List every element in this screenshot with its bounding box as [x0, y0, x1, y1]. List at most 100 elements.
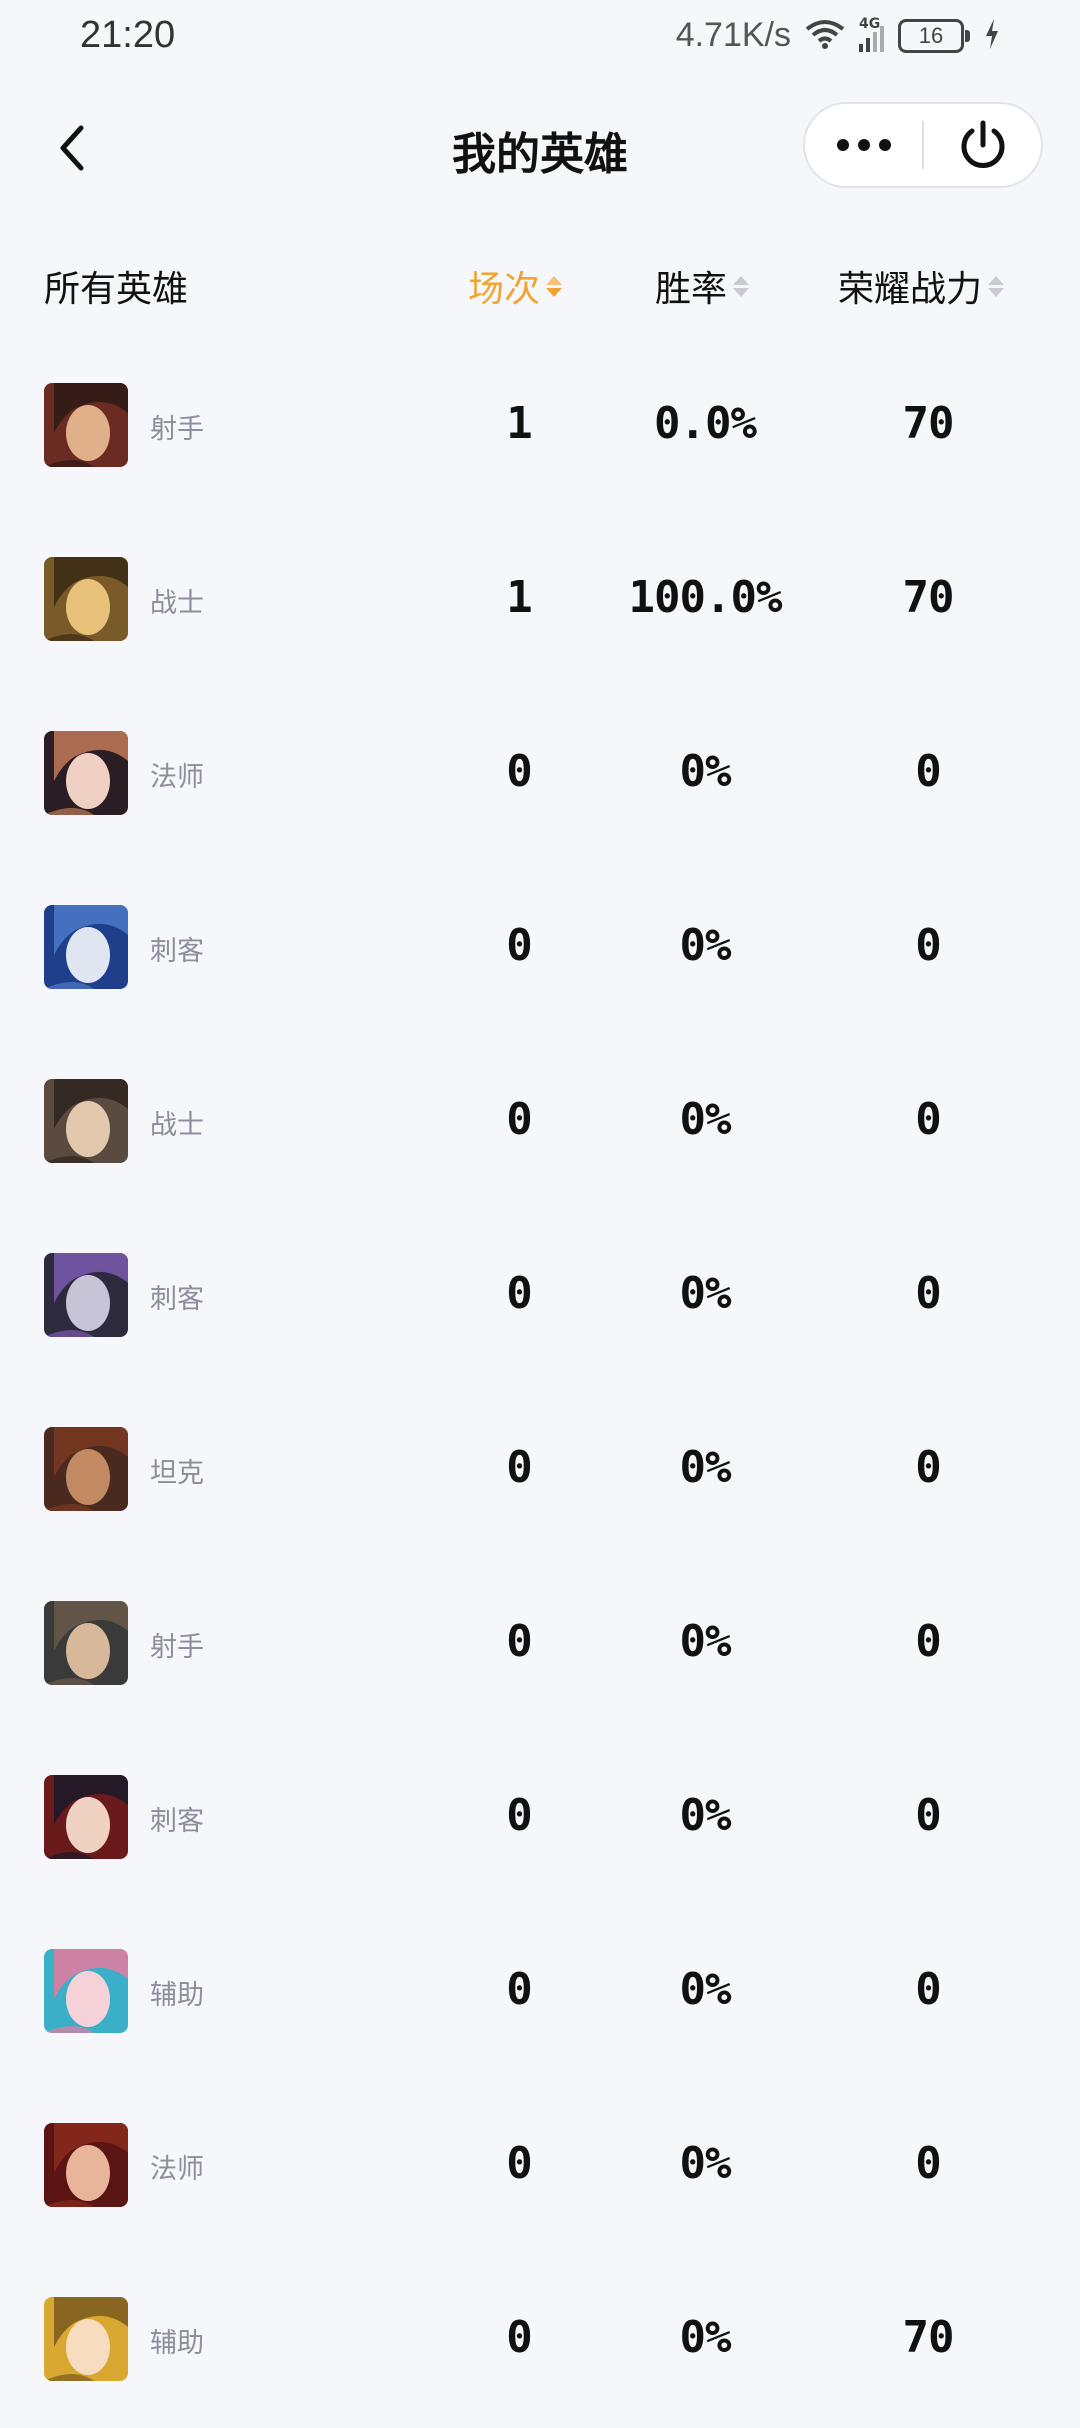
games-value: 0	[506, 920, 533, 971]
games-value: 0	[506, 2138, 533, 2189]
hero-role: 法师	[150, 762, 204, 793]
power-label: 荣耀战力	[838, 269, 983, 310]
hero-row[interactable]: 战士 1 100.0% 70	[0, 514, 1080, 688]
hero-row[interactable]: 刺客 0 0% 0	[0, 1732, 1080, 1906]
hero-row[interactable]: 辅助 0 0% 70	[0, 2254, 1080, 2428]
hero-role: 辅助	[150, 2328, 204, 2359]
power-value: 0	[915, 1616, 942, 1667]
sort-power-header[interactable]: 荣耀战力	[838, 260, 1005, 312]
sort-icon	[546, 275, 563, 297]
close-button[interactable]	[924, 104, 1041, 186]
games-value: 0	[506, 1616, 533, 1667]
hero-role: 法师	[150, 2154, 204, 2185]
power-value: 70	[902, 398, 955, 449]
hero-row[interactable]: 法师 0 0% 0	[0, 2080, 1080, 2254]
more-dots-icon	[836, 139, 891, 151]
games-value: 0	[506, 1442, 533, 1493]
win-rate-value: 0%	[679, 1790, 732, 1841]
power-value: 70	[902, 2312, 955, 2363]
filter-all-heroes[interactable]: 所有英雄	[44, 260, 188, 312]
hero-role: 刺客	[150, 936, 204, 967]
win-rate-value: 0%	[679, 1616, 732, 1667]
win-rate-value: 100.0%	[628, 572, 783, 623]
hero-row[interactable]: 刺客 0 0% 0	[0, 1210, 1080, 1384]
win-rate-value: 0.0%	[654, 398, 757, 449]
hero-avatar	[44, 1427, 128, 1511]
power-value: 0	[915, 1964, 942, 2015]
hero-avatar	[44, 2123, 128, 2207]
hero-avatar	[44, 1601, 128, 1685]
status-bar: 21:20 4.71K/s 4G 16	[0, 0, 1080, 76]
battery-level: 16	[898, 18, 964, 53]
games-value: 0	[506, 746, 533, 797]
power-value: 0	[915, 1442, 942, 1493]
sort-icon	[988, 275, 1005, 297]
network-type-label: 4G	[859, 15, 881, 32]
status-time: 21:20	[80, 14, 176, 56]
hero-role: 刺客	[150, 1284, 204, 1315]
power-value: 0	[915, 1094, 942, 1145]
wifi-icon	[805, 19, 845, 53]
cellular-signal-icon: 4G	[859, 16, 884, 52]
hero-role: 坦克	[150, 1458, 204, 1489]
power-value: 0	[915, 2138, 942, 2189]
table-header: 所有英雄 场次 胜率 荣耀战力	[0, 250, 1080, 326]
win-rate-value: 0%	[679, 2312, 732, 2363]
hero-role: 刺客	[150, 1806, 204, 1837]
games-value: 0	[506, 1094, 533, 1145]
games-value: 1	[506, 572, 533, 623]
hero-avatar	[44, 1253, 128, 1337]
battery-icon: 16	[898, 18, 970, 53]
hero-row[interactable]: 刺客 0 0% 0	[0, 862, 1080, 1036]
sort-win-rate-header[interactable]: 胜率	[655, 260, 750, 312]
hero-avatar	[44, 1949, 128, 2033]
hero-row[interactable]: 法师 0 0% 0	[0, 688, 1080, 862]
hero-role: 射手	[150, 414, 204, 445]
miniprogram-capsule	[803, 102, 1043, 188]
games-value: 0	[506, 1790, 533, 1841]
power-value: 0	[915, 746, 942, 797]
hero-avatar	[44, 2297, 128, 2381]
hero-row[interactable]: 辅助 0 0% 0	[0, 1906, 1080, 2080]
sort-icon	[733, 275, 750, 297]
win-rate-value: 0%	[679, 1094, 732, 1145]
win-rate-value: 0%	[679, 2138, 732, 2189]
power-value: 0	[915, 1790, 942, 1841]
games-value: 1	[506, 398, 533, 449]
games-label: 场次	[468, 269, 541, 310]
power-icon	[961, 120, 1004, 168]
hero-row[interactable]: 射手 1 0.0% 70	[0, 340, 1080, 514]
hero-role: 战士	[150, 1110, 204, 1141]
hero-row[interactable]: 射手 0 0% 0	[0, 1558, 1080, 1732]
power-value: 70	[902, 572, 955, 623]
hero-avatar	[44, 383, 128, 467]
games-value: 0	[506, 2312, 533, 2363]
hero-row[interactable]: 战士 0 0% 0	[0, 1036, 1080, 1210]
hero-avatar	[44, 1775, 128, 1859]
games-value: 0	[506, 1964, 533, 2015]
win-rate-value: 0%	[679, 1268, 732, 1319]
win-rate-label: 胜率	[655, 269, 728, 310]
win-rate-value: 0%	[679, 1442, 732, 1493]
sort-games-header[interactable]: 场次	[468, 260, 563, 312]
nav-bar: 我的英雄	[0, 90, 1080, 206]
all-heroes-label: 所有英雄	[44, 269, 189, 310]
hero-role: 辅助	[150, 1980, 204, 2011]
hero-list: 射手 1 0.0% 70 战士 1 100.0% 70 法师 0 0% 0 刺客 0 0% 0 战士 0 0% 0 刺客…	[0, 340, 1080, 2428]
win-rate-value: 0%	[679, 1964, 732, 2015]
hero-row[interactable]: 坦克 0 0% 0	[0, 1384, 1080, 1558]
power-value: 0	[915, 920, 942, 971]
hero-avatar	[44, 1079, 128, 1163]
hero-avatar	[44, 731, 128, 815]
win-rate-value: 0%	[679, 920, 732, 971]
status-indicators: 4.71K/s 4G 16	[676, 16, 1000, 55]
win-rate-value: 0%	[679, 746, 732, 797]
hero-role: 战士	[150, 588, 204, 619]
network-speed: 4.71K/s	[675, 16, 791, 54]
games-value: 0	[506, 1268, 533, 1319]
hero-avatar	[44, 905, 128, 989]
hero-role: 射手	[150, 1632, 204, 1663]
charging-icon	[984, 18, 1000, 53]
power-value: 0	[915, 1268, 942, 1319]
more-button[interactable]	[805, 104, 922, 186]
